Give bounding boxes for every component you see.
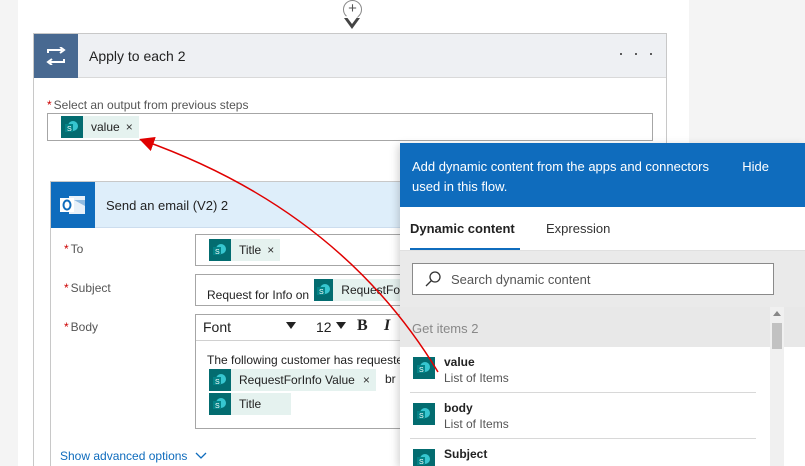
font-size-value: 12 <box>316 319 332 335</box>
svg-text:S: S <box>319 289 324 296</box>
group-label: Get items 2 <box>412 321 479 336</box>
search-input[interactable]: Search dynamic content <box>412 263 774 295</box>
body-text-tail: br <box>385 372 396 386</box>
sharepoint-icon: S <box>413 403 435 425</box>
subject-prefix-text: Request for Info on <box>207 288 310 302</box>
outlook-icon <box>51 182 95 228</box>
svg-text:S: S <box>419 367 424 374</box>
remove-token-icon[interactable]: × <box>126 120 133 134</box>
more-options-icon[interactable]: · · · <box>618 44 656 62</box>
designer-canvas: + Apply to each 2 · · · * Select an outpu… <box>0 0 805 466</box>
body-title-token[interactable]: S Title <box>209 393 291 415</box>
to-label: * To <box>64 242 83 256</box>
dynamic-content-tabs: Dynamic content Expression <box>400 207 805 251</box>
svg-text:S: S <box>215 379 220 386</box>
search-icon <box>425 271 441 287</box>
value-token-label: value <box>91 120 120 134</box>
show-advanced-options-label: Show advanced options <box>60 449 188 463</box>
chevron-down-icon[interactable] <box>286 322 296 329</box>
font-size-select[interactable]: 12 <box>316 319 332 335</box>
remove-token-icon[interactable]: × <box>267 243 274 257</box>
loop-icon <box>34 34 78 78</box>
list-item[interactable]: S Subject <box>400 439 768 466</box>
chevron-down-icon <box>195 449 207 463</box>
subject-label-text: Subject <box>70 281 111 295</box>
list-item[interactable]: S value List of Items <box>400 347 768 393</box>
tab-expression[interactable]: Expression <box>546 221 610 236</box>
canvas-left-gutter <box>0 0 18 466</box>
list-item-name: body <box>444 401 473 415</box>
body-title-token-label: Title <box>239 397 262 411</box>
svg-text:S: S <box>215 249 220 256</box>
list-item-name: value <box>444 355 475 369</box>
subject-label: * Subject <box>64 281 111 295</box>
required-mark: * <box>47 98 52 112</box>
active-tab-indicator <box>410 248 520 250</box>
scroll-thumb[interactable] <box>772 323 782 349</box>
svg-text:S: S <box>67 126 72 133</box>
tab-dynamic-content[interactable]: Dynamic content <box>410 221 515 236</box>
font-select[interactable]: Font <box>203 319 231 335</box>
to-label-text: To <box>70 242 84 256</box>
requestfo-token-label: RequestFo <box>341 283 400 297</box>
search-placeholder: Search dynamic content <box>451 271 591 287</box>
sharepoint-icon: S <box>413 449 435 466</box>
list-item[interactable]: S body List of Items <box>400 393 768 439</box>
sharepoint-icon: S <box>209 239 231 261</box>
remove-token-icon[interactable]: × <box>363 373 370 387</box>
font-select-value: Font <box>203 319 232 335</box>
send-email-title: Send an email (V2) 2 <box>106 198 229 213</box>
dynamic-content-panel: Add dynamic content from the apps and co… <box>400 143 805 466</box>
sharepoint-icon: S <box>413 357 435 379</box>
connector-arrow-icon <box>344 16 360 29</box>
svg-text:S: S <box>419 413 424 420</box>
body-text: The following customer has requeste <box>207 353 402 367</box>
select-output-label: * Select an output from previous steps <box>47 98 248 112</box>
italic-button[interactable]: I <box>384 317 390 335</box>
required-mark: * <box>64 242 69 256</box>
search-area: Search dynamic content <box>400 251 805 307</box>
body-label-text: Body <box>70 320 99 334</box>
required-mark: * <box>64 281 69 295</box>
sharepoint-icon: S <box>209 369 231 391</box>
sharepoint-icon: S <box>314 279 334 301</box>
apply-to-each-title: Apply to each 2 <box>89 48 186 64</box>
svg-text:S: S <box>419 459 424 466</box>
requestforinfo-value-token[interactable]: S RequestForInfo Value × <box>209 369 376 391</box>
show-advanced-options[interactable]: Show advanced options <box>60 449 207 463</box>
dynamic-content-description: Add dynamic content from the apps and co… <box>412 159 710 194</box>
title-token-label: Title <box>239 243 262 257</box>
svg-text:S: S <box>215 403 220 410</box>
body-label: * Body <box>64 320 98 334</box>
apply-to-each-header[interactable]: Apply to each 2 · · · <box>34 34 666 78</box>
title-token[interactable]: S Title × <box>209 239 281 261</box>
scrollbar[interactable] <box>770 307 784 466</box>
chevron-down-icon[interactable] <box>336 322 346 329</box>
group-header-get-items: Get items 2 <box>400 307 805 347</box>
sharepoint-icon: S <box>61 116 83 138</box>
hide-button[interactable]: Hide <box>742 159 769 174</box>
dynamic-content-header: Add dynamic content from the apps and co… <box>400 143 805 207</box>
sharepoint-icon: S <box>209 393 231 415</box>
select-output-label-text: Select an output from previous steps <box>53 98 249 112</box>
list-item-desc: List of Items <box>444 371 509 385</box>
required-mark: * <box>64 320 69 334</box>
value-token[interactable]: S value × <box>61 116 139 138</box>
requestforinfo-value-token-label: RequestForInfo Value <box>239 373 355 387</box>
bold-button[interactable]: B <box>357 317 368 335</box>
requestfo-token[interactable]: S RequestFo <box>314 279 400 301</box>
scroll-up-icon[interactable] <box>773 311 781 316</box>
list-item-name: Subject <box>444 447 488 461</box>
list-item-desc: List of Items <box>444 417 509 431</box>
